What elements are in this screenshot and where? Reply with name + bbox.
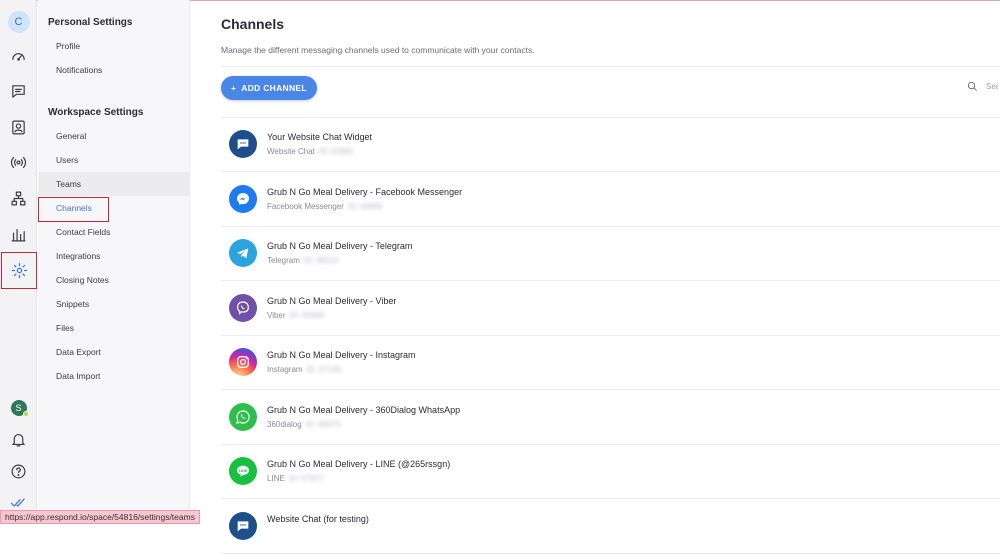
channel-id: ID: 63982: [318, 147, 354, 156]
channel-row[interactable]: Website Chat (for testing): [221, 500, 1000, 554]
avatar: S: [10, 400, 29, 417]
channel-name: Grub N Go Meal Delivery - Facebook Messe…: [267, 186, 463, 197]
settings-gear-icon[interactable]: [1, 252, 37, 289]
channel-name: Grub N Go Meal Delivery - Instagram: [267, 350, 416, 360]
menu-item-data-import[interactable]: Data Import: [38, 364, 190, 388]
avatar-initial: S: [15, 403, 22, 413]
channel-type: Facebook Messenger ID: 64893: [267, 202, 383, 211]
channel-row[interactable]: Your Website Chat Widget Website Chat ID: …: [221, 118, 1000, 172]
menu-item-contact-fields[interactable]: Contact Fields: [38, 220, 190, 244]
channel-type-label: Facebook Messenger: [267, 201, 344, 211]
broadcast-icon[interactable]: [0, 146, 37, 178]
channel-type-label: 360dialog: [267, 419, 302, 429]
workflows-icon[interactable]: [0, 182, 37, 214]
channel-name: Website Chat (for testing): [267, 513, 369, 524]
online-status-dot: [22, 411, 29, 417]
search-icon: [967, 81, 977, 91]
viber-icon: [229, 293, 257, 322]
menu-item-general[interactable]: General: [38, 124, 190, 148]
workspace-settings-heading: Workspace Settings: [48, 107, 144, 118]
channel-row[interactable]: Grub N Go Meal Delivery - Facebook Messe…: [221, 173, 1000, 227]
plus-icon: +: [231, 83, 237, 93]
menu-item-closing-notes[interactable]: Closing Notes: [38, 268, 190, 292]
add-channel-label: ADD CHANNEL: [241, 83, 307, 93]
link-status-bar: https://app.respond.io/space/54816/setti…: [0, 510, 200, 524]
line-icon: LINE: [229, 457, 257, 485]
channel-type-label: Viber: [267, 310, 286, 320]
user-avatar[interactable]: S: [0, 392, 37, 424]
channel-name: Grub N Go Meal Delivery - Telegram: [267, 241, 413, 251]
channel-id: ID: 69470: [305, 419, 341, 429]
menu-item-snippets[interactable]: Snippets: [38, 292, 190, 316]
channels-page: Channels Manage the different messaging …: [191, 0, 1000, 554]
channel-name: Grub N Go Meal Delivery - Viber: [267, 295, 397, 306]
channel-name: Your Website Chat Widget: [267, 132, 373, 142]
channel-type: Telegram ID: 68310: [267, 256, 339, 265]
channel-id: ID: 68310: [303, 256, 339, 265]
page-title: Channels: [221, 16, 285, 32]
channel-row[interactable]: Grub N Go Meal Delivery - Instagram Insta…: [221, 336, 1000, 390]
channel-type-label: Telegram: [267, 256, 300, 265]
personal-settings-heading: Personal Settings: [48, 17, 133, 28]
channel-type: LINE ID: 67827: [267, 474, 324, 483]
channel-search[interactable]: Search: [967, 81, 998, 92]
channel-name: Grub N Go Meal Delivery - LINE (@265rssg…: [267, 459, 451, 469]
menu-item-profile[interactable]: Profile: [38, 34, 190, 58]
channels-highlight-box: [38, 197, 109, 222]
messages-icon[interactable]: [0, 75, 37, 107]
telegram-icon: [229, 239, 257, 267]
menu-item-integrations[interactable]: Integrations: [38, 244, 190, 268]
channel-row[interactable]: Grub N Go Meal Delivery - 360Dialog What…: [221, 391, 1000, 445]
menu-item-users[interactable]: Users: [38, 148, 190, 172]
add-channel-button[interactable]: + ADD CHANNEL: [221, 76, 317, 100]
menu-item-data-export[interactable]: Data Export: [38, 340, 190, 364]
channel-type-label: Website Chat: [267, 147, 315, 156]
chat-widget-icon: [229, 130, 257, 158]
channel-id: ID: 67827: [288, 474, 324, 483]
channel-type-label: Instagram: [267, 365, 303, 374]
channel-type: Website Chat ID: 63982: [267, 147, 354, 156]
notifications-bell-icon[interactable]: [0, 423, 37, 455]
channel-name: Grub N Go Meal Delivery - 360Dialog What…: [267, 404, 461, 415]
channel-id: ID: 60586: [289, 310, 325, 320]
settings-menu: Personal Settings Profile Notifications …: [38, 0, 190, 524]
menu-item-teams[interactable]: Teams: [38, 172, 190, 196]
avatar: C: [7, 11, 30, 33]
channel-type: 360dialog ID: 69470: [267, 420, 340, 429]
dashboard-icon[interactable]: [0, 40, 37, 72]
help-icon[interactable]: [0, 455, 37, 487]
menu-item-files[interactable]: Files: [38, 316, 190, 340]
channel-type: Instagram ID: 67145: [267, 365, 341, 374]
search-input[interactable]: Search: [986, 82, 998, 91]
channel-type-label: LINE: [267, 474, 285, 483]
channel-type: Viber ID: 60586: [267, 311, 324, 320]
channel-id: ID: 64893: [347, 201, 383, 211]
workspace-avatar[interactable]: C: [0, 6, 37, 38]
channel-row[interactable]: Grub N Go Meal Delivery - Telegram Telegr…: [221, 227, 1000, 281]
channel-row[interactable]: LINE Grub N Go Meal Delivery - LINE (@265…: [221, 445, 1000, 499]
contacts-icon[interactable]: [0, 111, 37, 143]
reports-icon[interactable]: [0, 218, 37, 250]
menu-item-notifications[interactable]: Notifications: [38, 58, 190, 82]
messenger-icon: [229, 184, 257, 213]
instagram-icon: [229, 348, 257, 376]
page-subtitle: Manage the different messaging channels …: [221, 45, 535, 55]
divider: [221, 66, 1000, 67]
whatsapp-icon: [229, 402, 257, 431]
icon-rail: C S: [0, 0, 37, 524]
svg-text:LINE: LINE: [239, 469, 248, 473]
chat-widget-icon: [229, 511, 257, 540]
channel-row[interactable]: Grub N Go Meal Delivery - Viber Viber ID: …: [221, 282, 1000, 336]
channel-id: ID: 67145: [306, 365, 342, 374]
